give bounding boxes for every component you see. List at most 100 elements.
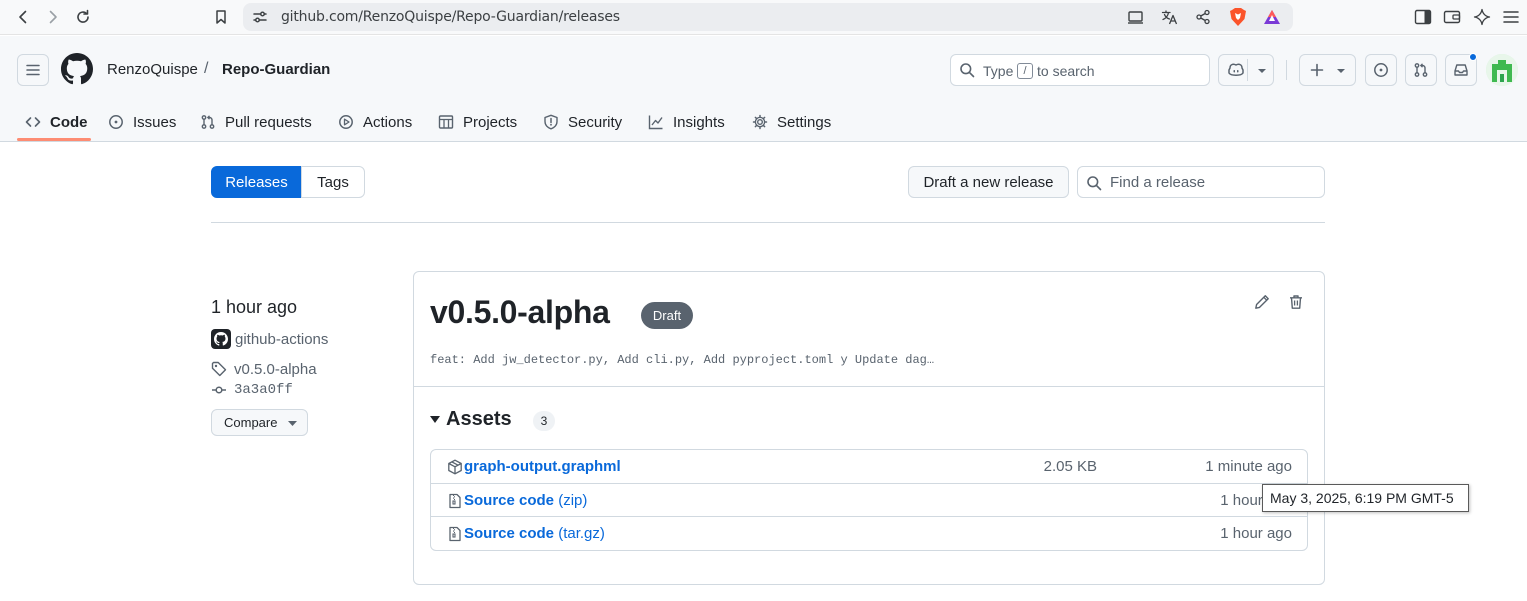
plus-icon	[1310, 63, 1324, 77]
copilot-button[interactable]	[1218, 54, 1274, 86]
tab-security[interactable]: Security	[543, 102, 622, 142]
asset-time[interactable]: 1 hour ago	[1220, 525, 1292, 542]
search-hint-prefix: Type	[983, 63, 1014, 79]
commit-sha: 3a3a0ff	[234, 382, 293, 398]
search-hint-suffix: to search	[1037, 63, 1095, 79]
site-settings-icon[interactable]	[251, 8, 269, 26]
tab-projects-label: Projects	[463, 113, 518, 131]
browser-toolbar: github.com/RenzoQuispe/Repo-Guardian/rel…	[0, 0, 1527, 35]
github-header: RenzoQuispe / Repo-Guardian Type / to se…	[0, 36, 1527, 142]
asset-name: Source code	[464, 525, 555, 542]
tab-actions-label: Actions	[363, 113, 413, 131]
compare-label: Compare	[224, 415, 278, 430]
release-title[interactable]: v0.5.0-alpha	[430, 294, 610, 331]
trash-icon[interactable]	[1286, 292, 1306, 312]
table-icon	[438, 114, 454, 130]
file-zip-icon	[447, 493, 463, 509]
release-tag-link[interactable]: v0.5.0-alpha	[211, 360, 317, 378]
brave-rewards-icon[interactable]	[1263, 8, 1281, 26]
releases-tab-button[interactable]: Releases	[211, 166, 302, 198]
tab-insights[interactable]: Insights	[648, 102, 725, 142]
assets-list: graph-output.graphml 2.05 KB 1 minute ag…	[430, 449, 1308, 551]
issues-button[interactable]	[1365, 54, 1397, 86]
chevron-down-icon	[1337, 69, 1345, 73]
asset-name: graph-output.graphml	[464, 458, 621, 475]
status-badge: Draft	[641, 302, 693, 329]
cast-icon[interactable]	[1126, 8, 1144, 26]
triangle-down-icon	[430, 415, 440, 423]
graph-icon	[648, 114, 664, 130]
git-pull-request-icon	[1414, 63, 1428, 77]
tab-code[interactable]: Code	[25, 102, 88, 142]
sidebar-toggle-icon[interactable]	[1413, 7, 1433, 27]
code-icon	[25, 114, 41, 130]
create-new-button[interactable]	[1299, 54, 1356, 86]
tab-insights-label: Insights	[673, 113, 725, 131]
author-name: github-actions	[235, 330, 329, 348]
pencil-icon[interactable]	[1252, 292, 1272, 312]
list-item: Source code (tar.gz) 1 hour ago	[431, 516, 1307, 550]
breadcrumb-repo[interactable]: Repo-Guardian	[222, 61, 330, 78]
url-text[interactable]: github.com/RenzoQuispe/Repo-Guardian/rel…	[281, 9, 620, 25]
bookmark-icon[interactable]	[211, 7, 231, 27]
forward-icon[interactable]	[43, 7, 63, 27]
search-icon	[1086, 175, 1102, 191]
global-search-input[interactable]: Type / to search	[950, 54, 1210, 86]
card-divider	[414, 386, 1324, 387]
search-hint-key: /	[1017, 63, 1033, 79]
assets-heading: Assets	[446, 407, 512, 430]
browser-menu-icon[interactable]	[1501, 7, 1521, 27]
leo-ai-icon[interactable]	[1472, 7, 1492, 27]
release-commit-link[interactable]: 3a3a0ff	[211, 381, 293, 399]
tags-tab-button[interactable]: Tags	[301, 166, 365, 198]
wallet-icon[interactable]	[1442, 7, 1462, 27]
tab-projects[interactable]: Projects	[438, 102, 517, 142]
asset-link[interactable]: graph-output.graphml	[464, 458, 621, 475]
notification-indicator	[1469, 53, 1477, 61]
asset-link[interactable]: Source code (tar.gz)	[464, 525, 605, 542]
search-icon	[959, 62, 975, 78]
issue-opened-icon	[1374, 63, 1388, 77]
breadcrumb-owner[interactable]: RenzoQuispe	[107, 61, 198, 78]
assets-count-badge: 3	[533, 411, 555, 431]
github-logo-icon[interactable]	[61, 53, 93, 85]
asset-format: (tar.gz)	[558, 525, 605, 542]
address-bar[interactable]: github.com/RenzoQuispe/Repo-Guardian/rel…	[243, 3, 1293, 31]
file-zip-icon	[447, 526, 463, 542]
tab-code-label: Code	[50, 113, 88, 131]
tag-name: v0.5.0-alpha	[234, 360, 317, 378]
translate-icon[interactable]	[1160, 8, 1178, 26]
asset-time[interactable]: 1 minute ago	[1205, 458, 1292, 475]
find-release-field[interactable]	[1077, 166, 1325, 198]
pull-requests-button[interactable]	[1405, 54, 1437, 86]
tab-settings-label: Settings	[777, 113, 832, 131]
reload-icon[interactable]	[73, 7, 93, 27]
open-menu-button[interactable]	[17, 54, 49, 86]
share-icon[interactable]	[1194, 8, 1212, 26]
asset-link[interactable]: Source code (zip)	[464, 492, 587, 509]
compare-button[interactable]: Compare	[211, 409, 308, 436]
brave-shields-icon[interactable]	[1229, 8, 1247, 26]
release-time[interactable]: 1 hour ago	[211, 297, 297, 318]
breadcrumb-separator: /	[204, 60, 209, 77]
shield-icon	[543, 114, 559, 130]
tab-settings[interactable]: Settings	[752, 102, 831, 142]
triangle-down-icon	[288, 421, 297, 426]
assets-toggle[interactable]: Assets	[430, 407, 512, 431]
tab-issues-label: Issues	[133, 113, 177, 131]
inbox-icon	[1454, 64, 1468, 76]
release-author[interactable]: github-actions	[211, 329, 328, 349]
tab-pull-requests[interactable]: Pull requests	[200, 102, 312, 142]
release-card: v0.5.0-alpha Draft feat: Add jw_detector…	[413, 271, 1325, 585]
tab-actions[interactable]: Actions	[338, 102, 412, 142]
tab-security-label: Security	[568, 113, 623, 131]
tag-icon	[211, 361, 227, 377]
back-icon[interactable]	[13, 7, 33, 27]
tab-issues[interactable]: Issues	[108, 102, 176, 142]
find-release-input[interactable]	[1110, 172, 1310, 192]
avatar[interactable]	[1486, 54, 1518, 86]
issue-icon	[108, 114, 124, 130]
draft-new-release-button[interactable]: Draft a new release	[908, 166, 1069, 198]
section-divider	[211, 222, 1325, 223]
chevron-down-icon	[1258, 69, 1266, 73]
